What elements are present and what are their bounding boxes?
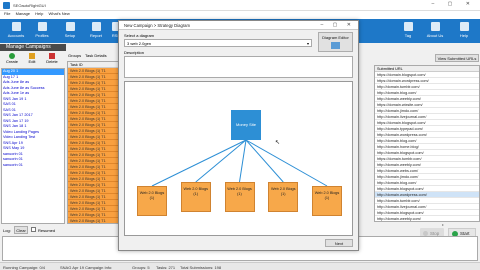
help-icon <box>459 22 469 31</box>
next-button[interactable]: Next <box>325 239 353 247</box>
connector-line <box>245 139 284 183</box>
panel-title: Manage Campaigns <box>0 44 66 51</box>
profiles-label: Profiles <box>35 33 49 38</box>
status-campaign-info: SNAG Apr 19 Campaign Info: <box>60 265 113 270</box>
select-diagram-label: Select a diagram <box>124 33 155 38</box>
delete-button[interactable]: Delete <box>43 53 61 66</box>
log-label: Log: <box>3 228 11 233</box>
connector-line <box>245 139 328 187</box>
task-tabs: Groups Task Details <box>67 52 119 59</box>
report-icon <box>91 22 101 31</box>
setup-label: Setup <box>64 33 76 38</box>
diagram-select[interactable]: 3 web 2.0gen ▾ <box>124 39 312 47</box>
strategy-diagram-canvas[interactable]: Money Site Web 2.0 Blogs (1) Web 2.0 Blog… <box>124 81 353 236</box>
manage-campaigns-panel: Manage Campaigns Create Edit Delete Aug … <box>0 44 66 224</box>
mouse-cursor-icon: ↖ <box>275 140 281 146</box>
status-running: Running Campaign: 0/4 <box>3 265 46 270</box>
campaign-list-item[interactable]: sanuorin 01 <box>2 163 64 169</box>
profiles-icon <box>37 22 47 31</box>
web20-blog-node[interactable]: Web 2.0 Blogs (1) <box>268 182 299 212</box>
web20-blog-node[interactable]: Web 2.0 Blogs (1) <box>224 182 255 212</box>
task-panel: Groups Task Details Task ID Web 2.0 Blog… <box>67 52 119 224</box>
report-label: Report <box>89 33 102 38</box>
task-rows: Web 2.0 Blogs (1) T1 Web 2.0 Blogs (1) T1… <box>68 68 118 223</box>
connector-line <box>239 139 247 183</box>
description-textarea[interactable] <box>124 56 353 78</box>
web20-blog-node[interactable]: Web 2.0 Blogs (1) <box>312 186 342 216</box>
money-site-node[interactable]: Money Site <box>231 110 261 140</box>
web20-blog-node[interactable]: Web 2.0 Blogs (1) <box>137 186 167 216</box>
url-grid: Submitted URL https://domain.blogspot.co… <box>374 65 480 222</box>
task-grid: Task ID Web 2.0 Blogs (1) T1 Web 2.0 Blog… <box>67 61 119 224</box>
status-bar: Running Campaign: 0/4 SNAG Apr 19 Campai… <box>0 262 480 270</box>
tag-icon <box>403 22 413 31</box>
task-row[interactable]: Web 2.0 Blogs (1) T1 <box>68 218 118 223</box>
accounts-label: Accounts <box>7 33 25 38</box>
campaign-list[interactable]: Aug 20 1 Aug 17 1 Ads June 8e as Ads June 8… <box>1 68 65 224</box>
delete-label: Delete <box>46 59 58 64</box>
menu-file[interactable]: File <box>4 11 10 16</box>
chevron-down-icon: ▾ <box>306 41 309 46</box>
edit-button[interactable]: Edit <box>23 53 41 66</box>
tab-task-details[interactable]: Task Details <box>85 53 107 58</box>
create-label: Create <box>5 59 18 64</box>
url-rows: https://domain.blogspot.com/https://doma… <box>375 72 479 221</box>
menu-bar: File Manage Help What's New <box>0 11 480 19</box>
view-submitted-urls-button[interactable]: View Submitted URLs <box>435 54 479 62</box>
setup-button[interactable]: Setup <box>58 21 82 41</box>
window-titlebar: SEOautoRightGUI – ▢ ✕ <box>0 0 480 11</box>
resumed-checkbox[interactable] <box>31 227 36 232</box>
tab-groups[interactable]: Groups <box>68 53 81 58</box>
accounts-button[interactable]: Accounts <box>4 21 28 41</box>
dialog-title: New Campaign > Strategy Diagram <box>124 23 190 28</box>
status-submissions: Total Submissions: 198 <box>180 265 222 270</box>
window-title: SEOautoRightGUI <box>13 3 46 8</box>
about-us-button[interactable]: About Us <box>423 21 447 41</box>
window-controls[interactable]: – ▢ ✕ <box>432 1 476 7</box>
dialog-titlebar: New Campaign > Strategy Diagram – ▢ ✕ <box>119 21 358 30</box>
app-icon <box>3 2 10 9</box>
create-button[interactable]: Create <box>3 53 21 66</box>
about-icon <box>430 22 440 31</box>
diagram-icon <box>331 42 340 49</box>
clear-log-button[interactable]: Clear <box>14 226 28 234</box>
campaign-action-bar: Create Edit Delete <box>1 53 65 66</box>
diagram-editor-label: Diagram Editor <box>322 35 349 40</box>
diagram-editor-button[interactable]: Diagram Editor <box>318 32 353 52</box>
strategy-diagram-dialog: New Campaign > Strategy Diagram – ▢ ✕ Se… <box>118 20 359 251</box>
profiles-button[interactable]: Profiles <box>30 21 54 41</box>
resumed-label: Resumed <box>38 228 56 233</box>
menu-manage[interactable]: Manage <box>16 11 30 16</box>
help-button[interactable]: Help <box>452 21 476 41</box>
setup-icon <box>65 22 75 31</box>
menu-whats-new[interactable]: What's New <box>49 11 70 16</box>
tag-label: Tag <box>404 33 412 38</box>
help-label: Help <box>459 33 469 38</box>
about-us-label: About Us <box>426 33 444 38</box>
web20-blog-node[interactable]: Web 2.0 Blogs (1) <box>180 182 211 212</box>
dialog-window-controls[interactable]: – ▢ ✕ <box>321 22 355 28</box>
edit-label: Edit <box>28 59 36 64</box>
tag-button[interactable]: Tag <box>396 21 420 41</box>
diagram-select-value: 3 web 2.0gen <box>127 41 152 46</box>
menu-help[interactable]: Help <box>35 11 43 16</box>
description-label: Description <box>124 50 145 55</box>
accounts-icon <box>11 22 21 31</box>
status-tasks: Tasks: 271 <box>156 265 176 270</box>
status-groups: Groups: 5 <box>132 265 150 270</box>
